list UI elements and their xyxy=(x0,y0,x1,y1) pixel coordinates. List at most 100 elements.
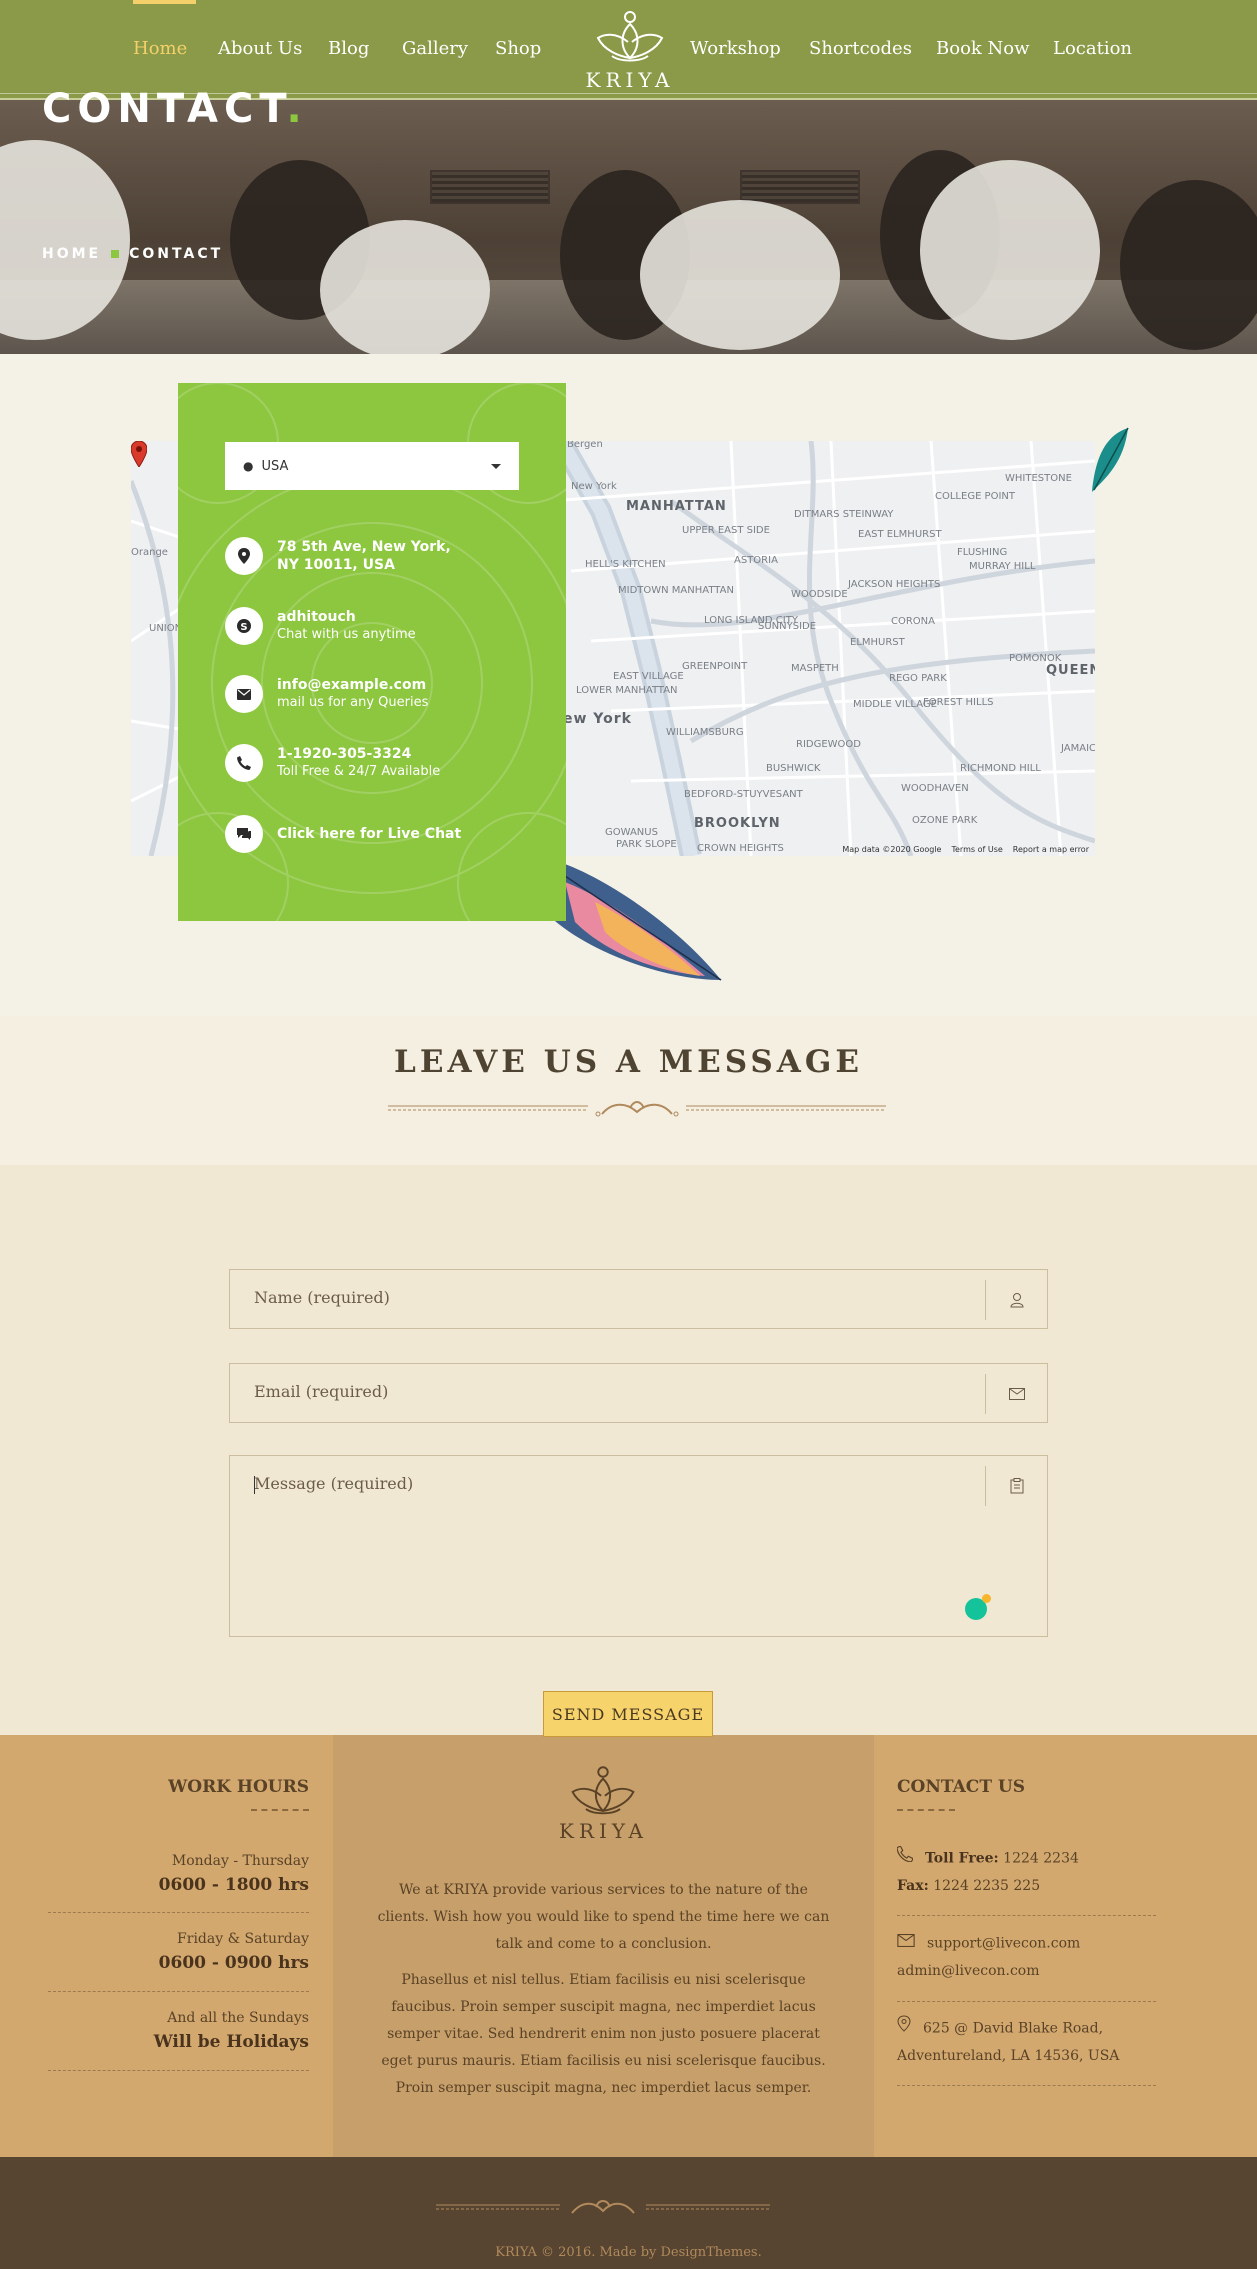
email-field-placeholder: Email (required) xyxy=(254,1382,389,1401)
site-logo[interactable]: KRIYA xyxy=(560,8,700,94)
map-attribution: Map data ©2020 Google Terms of Use Repor… xyxy=(842,845,1089,854)
work-hours-day: Friday & Saturday xyxy=(177,1931,309,1947)
map-label: FOREST HILLS xyxy=(923,697,994,708)
map-terms-link[interactable]: Terms of Use xyxy=(951,845,1002,854)
contact-form-section: Name (required) Email (required) Message… xyxy=(0,1165,1257,1735)
map-label: HELL'S KITCHEN xyxy=(585,559,666,570)
country-select[interactable]: ● USA xyxy=(225,442,519,490)
admin-email-link[interactable]: admin@livecon.com xyxy=(897,1963,1040,1979)
toll-free-label: Toll Free: xyxy=(925,1850,999,1867)
hero-photo-figure xyxy=(320,220,490,354)
mail-icon xyxy=(225,675,263,713)
map-label: CORONA xyxy=(891,616,935,627)
support-email-link[interactable]: support@livecon.com xyxy=(927,1936,1080,1952)
page-title: CONTACT. xyxy=(42,86,308,132)
contact-skype-id: adhitouch xyxy=(277,609,356,625)
contact-email-sub: mail us for any Queries xyxy=(277,695,429,710)
work-hours-time: 0600 - 0900 hrs xyxy=(158,1953,309,1973)
map-label: DITMARS STEINWAY xyxy=(794,509,894,520)
work-hours-row: And all the Sundays Will be Holidays xyxy=(154,2010,309,2052)
contact-row-skype[interactable]: S adhitouch Chat with us anytime xyxy=(225,607,416,645)
logo-text: KRIYA xyxy=(585,68,675,92)
breadcrumb-home-link[interactable]: HOME xyxy=(42,246,101,262)
breadcrumb-separator xyxy=(111,250,120,258)
footer-logo-text: KRIYA xyxy=(559,1819,648,1843)
footer-about-text: Phasellus et nisl tellus. Etiam facilisi… xyxy=(381,1972,826,2096)
live-chat-link[interactable]: Click here for Live Chat xyxy=(225,815,461,853)
contact-us-heading: CONTACT US xyxy=(897,1777,1025,1797)
top-navigation: Home About Us Blog Gallery Shop KRIYA Wo… xyxy=(0,0,1257,100)
map-label: Bergen xyxy=(567,441,603,450)
nav-item-home[interactable]: Home xyxy=(133,38,187,59)
page-title-dot: . xyxy=(286,86,308,132)
contact-email: info@example.com xyxy=(277,677,427,693)
location-pin-icon xyxy=(897,2015,911,2042)
grammarly-icon[interactable] xyxy=(965,1594,991,1620)
lotus-logo-icon xyxy=(596,11,664,62)
nav-item-shop[interactable]: Shop xyxy=(495,38,541,59)
map-label: EAST VILLAGE xyxy=(613,671,684,682)
nav-item-gallery[interactable]: Gallery xyxy=(402,38,468,59)
email-field[interactable]: Email (required) xyxy=(229,1363,1048,1423)
map-label: MASPETH xyxy=(791,663,839,674)
message-section-header: LEAVE US A MESSAGE xyxy=(0,1016,1257,1165)
name-field-placeholder: Name (required) xyxy=(254,1288,390,1307)
message-field-placeholder: Message (required) xyxy=(254,1474,414,1493)
ornament-divider-icon xyxy=(436,2200,770,2214)
hero-photo-vent xyxy=(740,170,860,204)
map-label: PARK SLOPE xyxy=(616,839,677,850)
nav-item-about-us[interactable]: About Us xyxy=(218,38,302,59)
page-title-text: CONTACT xyxy=(42,86,287,132)
map-label: JACKSON HEIGHTS xyxy=(848,579,941,590)
map-label: RIDGEWOOD xyxy=(796,739,861,750)
work-hours-row: Friday & Saturday 0600 - 0900 hrs xyxy=(159,1931,309,1973)
hero-photo-figure xyxy=(920,160,1100,340)
breadcrumb: HOME CONTACT xyxy=(42,246,223,262)
map-label: QUEENS xyxy=(1046,663,1095,678)
footer-phone: Toll Free: 1224 2234 Fax: 1224 2235 225 xyxy=(896,1845,1079,1900)
divider xyxy=(48,1991,309,1992)
nav-item-workshop[interactable]: Workshop xyxy=(690,38,781,59)
heading-underline xyxy=(251,1809,309,1811)
map-label: REGO PARK xyxy=(889,673,947,684)
map-label: BEDFORD-STUYVESANT xyxy=(684,789,803,800)
divider xyxy=(897,2085,1156,2086)
map-attribution-data: Map data ©2020 Google xyxy=(842,845,942,854)
contact-address-line1: 78 5th Ave, New York, xyxy=(277,539,451,555)
map-label: UPPER EAST SIDE xyxy=(682,525,770,536)
clipboard-icon xyxy=(985,1466,1047,1506)
footer-email: support@livecon.com admin@livecon.com xyxy=(897,1930,1080,1985)
work-hours-row: Monday - Thursday 0600 - 1800 hrs xyxy=(159,1853,309,1895)
phone-icon xyxy=(225,744,263,782)
map-marker-icon[interactable] xyxy=(131,441,147,467)
divider xyxy=(48,1912,309,1913)
nav-active-indicator xyxy=(133,0,196,4)
nav-item-shortcodes[interactable]: Shortcodes xyxy=(809,38,912,59)
toll-free-number: 1224 2234 xyxy=(1003,1850,1079,1867)
map-label: OZONE PARK xyxy=(912,815,978,826)
nav-item-book-now[interactable]: Book Now xyxy=(936,38,1030,59)
contact-row-phone[interactable]: 1-1920-305-3324 Toll Free & 24/7 Availab… xyxy=(225,744,440,782)
work-hours-time: Will be Holidays xyxy=(153,2032,309,2052)
location-pin-icon: ● xyxy=(243,459,254,473)
chat-icon xyxy=(225,815,263,853)
nav-item-blog[interactable]: Blog xyxy=(328,38,369,59)
nav-item-location[interactable]: Location xyxy=(1053,38,1132,59)
divider xyxy=(48,2070,309,2071)
map-label: MANHATTAN xyxy=(626,499,727,514)
map-label: COLLEGE POINT xyxy=(935,491,1015,502)
breadcrumb-current: CONTACT xyxy=(129,246,224,262)
address-line1: 625 @ David Blake Road, xyxy=(923,2020,1104,2037)
contact-phone-sub: Toll Free & 24/7 Available xyxy=(277,764,441,779)
footer-about-text: We at KRIYA provide various services to … xyxy=(377,1882,830,1952)
address-line2: Adventureland, LA 14536, USA xyxy=(897,2047,1120,2064)
send-message-button[interactable]: SEND MESSAGE xyxy=(543,1691,713,1737)
map-label: ASTORIA xyxy=(734,555,778,566)
contact-row-email[interactable]: info@example.com mail us for any Queries xyxy=(225,675,428,713)
message-textarea[interactable]: Message (required) xyxy=(229,1455,1048,1637)
name-field[interactable]: Name (required) xyxy=(229,1269,1048,1329)
map-label: MURRAY HILL xyxy=(969,561,1036,572)
envelope-icon xyxy=(897,1930,915,1957)
map-report-link[interactable]: Report a map error xyxy=(1013,845,1089,854)
map-label: LOWER MANHATTAN xyxy=(576,685,678,696)
